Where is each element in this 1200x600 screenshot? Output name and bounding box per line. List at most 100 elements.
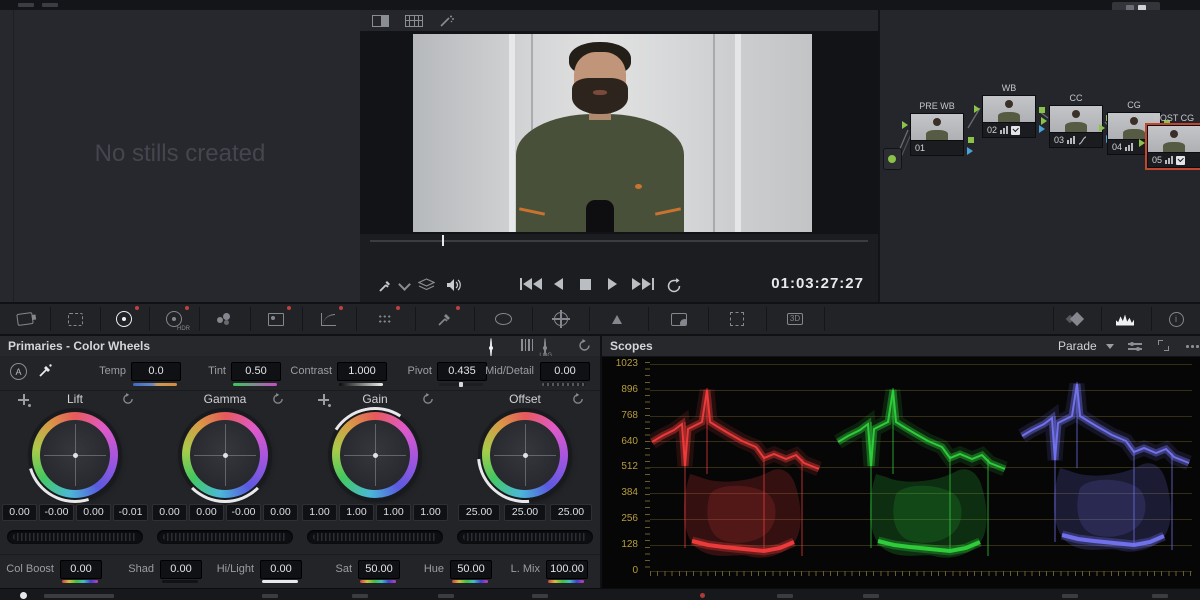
- lift-wheel-group: Lift 0.00 -0.00 0.00 -0.01: [0, 392, 150, 552]
- offset-r-value[interactable]: 25.00: [458, 504, 500, 521]
- chevron-down-icon[interactable]: [398, 278, 411, 291]
- reset-icon[interactable]: [578, 339, 591, 352]
- layers-icon[interactable]: [418, 278, 435, 292]
- l-mix-field[interactable]: 100.00: [546, 560, 588, 579]
- framing-icon[interactable]: [58, 304, 92, 334]
- gamma-master-wheel[interactable]: [157, 530, 293, 544]
- reset-icon[interactable]: [422, 393, 434, 405]
- stereo-3d-icon[interactable]: 3D: [778, 304, 812, 334]
- primaries-panel: Primaries - Color Wheels LOG A Temp 0.0 …: [0, 336, 602, 588]
- gain-r-value[interactable]: 1.00: [339, 504, 374, 521]
- lift-master-wheel[interactable]: [7, 530, 143, 544]
- shad-field[interactable]: 0.00: [160, 560, 202, 579]
- node-graph-panel: PRE WB 01 WB 02 CC 03 CG: [878, 10, 1200, 302]
- checkbox-icon[interactable]: [1176, 156, 1185, 165]
- lift-r-value[interactable]: -0.00: [39, 504, 74, 521]
- curves-icon[interactable]: [311, 304, 345, 334]
- primaries-header: Primaries - Color Wheels LOG: [0, 336, 600, 357]
- qualifier-icon[interactable]: [428, 304, 462, 334]
- scopes-header: Scopes Parade: [602, 336, 1200, 357]
- blur-icon[interactable]: [600, 304, 634, 334]
- enhance-wand-icon[interactable]: [439, 14, 455, 28]
- sizing-icon[interactable]: [720, 304, 754, 334]
- color-wheels-icon[interactable]: [107, 304, 141, 334]
- stop-icon[interactable]: [580, 278, 591, 290]
- reset-icon[interactable]: [122, 393, 134, 405]
- motion-effects-icon[interactable]: [259, 304, 293, 334]
- picker-icon[interactable]: [378, 278, 393, 293]
- scopes-title: Scopes: [610, 339, 653, 353]
- gamma-g-value[interactable]: -0.00: [226, 504, 261, 521]
- offset-color-wheel[interactable]: [482, 412, 568, 498]
- gamma-y-value[interactable]: 0.00: [152, 504, 187, 521]
- tracker-icon[interactable]: [544, 304, 578, 334]
- split-screen-icon[interactable]: [372, 15, 389, 27]
- grid-view-icon[interactable]: [405, 15, 423, 27]
- hdr-wheels-icon[interactable]: HDR: [157, 304, 191, 334]
- wheels-mode-icon[interactable]: [490, 339, 492, 357]
- playhead[interactable]: [442, 235, 444, 246]
- more-options-icon[interactable]: [1186, 345, 1200, 348]
- reset-icon[interactable]: [572, 393, 584, 405]
- node-wb[interactable]: WB 02: [982, 95, 1036, 138]
- rgb-mixer-icon[interactable]: [207, 304, 241, 334]
- mid-detail-field[interactable]: 0.00: [540, 362, 590, 381]
- key-icon[interactable]: [662, 304, 696, 334]
- gamma-r-value[interactable]: 0.00: [189, 504, 224, 521]
- gain-g-value[interactable]: 1.00: [376, 504, 411, 521]
- gamma-b-value[interactable]: 0.00: [263, 504, 298, 521]
- hue-field[interactable]: 50.00: [450, 560, 492, 579]
- levels-icon: [1000, 126, 1008, 134]
- node-thumbnail: [982, 95, 1036, 123]
- info-icon[interactable]: i: [1159, 304, 1193, 334]
- loop-icon[interactable]: [666, 278, 682, 293]
- white-balance-picker-icon[interactable]: [38, 363, 53, 378]
- node-input-icon: [1139, 139, 1145, 147]
- y-tick: 128: [602, 539, 638, 550]
- node-cc[interactable]: CC 03: [1049, 105, 1103, 148]
- status-dot: [20, 592, 27, 599]
- checkbox-icon[interactable]: [1011, 126, 1020, 135]
- offset-g-value[interactable]: 25.00: [504, 504, 546, 521]
- viewer-header: [360, 10, 878, 32]
- col-boost-field[interactable]: 0.00: [60, 560, 102, 579]
- reset-icon[interactable]: [272, 393, 284, 405]
- lift-b-value[interactable]: -0.01: [113, 504, 148, 521]
- gain-master-wheel[interactable]: [307, 530, 443, 544]
- log-mode-icon[interactable]: LOG: [544, 339, 546, 357]
- play-icon[interactable]: [608, 278, 617, 290]
- lift-y-value[interactable]: 0.00: [2, 504, 37, 521]
- bars-mode-icon[interactable]: [521, 339, 533, 351]
- auto-balance-icon[interactable]: A: [10, 363, 27, 380]
- offset-master-wheel[interactable]: [457, 530, 593, 544]
- lift-g-value[interactable]: 0.00: [76, 504, 111, 521]
- lightbox-icon[interactable]: [1060, 304, 1094, 334]
- video-area[interactable]: [360, 32, 878, 234]
- chevron-down-icon[interactable]: [1106, 344, 1114, 349]
- jog-bar[interactable]: [370, 240, 868, 242]
- gamma-color-wheel[interactable]: [182, 412, 268, 498]
- step-back-icon[interactable]: [554, 278, 563, 290]
- gain-color-wheel[interactable]: [332, 412, 418, 498]
- scopes-icon[interactable]: [1108, 304, 1142, 334]
- primaries-title: Primaries - Color Wheels: [8, 339, 150, 353]
- gain-y-value[interactable]: 1.00: [302, 504, 337, 521]
- node-pre-wb[interactable]: PRE WB 01: [910, 113, 964, 156]
- skip-start-icon[interactable]: [520, 278, 542, 290]
- camera-raw-icon[interactable]: [8, 304, 42, 334]
- scope-settings-icon[interactable]: [1128, 341, 1142, 351]
- skip-end-icon[interactable]: [632, 278, 654, 290]
- primaries-footer: Col Boost 0.00 Shad 0.00 Hi/Light 0.00 S…: [0, 554, 600, 589]
- audio-icon[interactable]: [446, 278, 462, 292]
- expand-icon[interactable]: [1158, 340, 1169, 351]
- scope-mode-select[interactable]: Parade: [1058, 339, 1097, 353]
- color-warper-icon[interactable]: [368, 304, 402, 334]
- offset-b-value[interactable]: 25.00: [550, 504, 592, 521]
- lift-color-wheel[interactable]: [32, 412, 118, 498]
- gain-b-value[interactable]: 1.00: [413, 504, 448, 521]
- node-post-cg[interactable]: POST CG 05: [1147, 125, 1200, 168]
- hi-light-field[interactable]: 0.00: [260, 560, 302, 579]
- sat-field[interactable]: 50.00: [358, 560, 400, 579]
- source-node[interactable]: [883, 148, 902, 170]
- power-window-icon[interactable]: [486, 304, 520, 334]
